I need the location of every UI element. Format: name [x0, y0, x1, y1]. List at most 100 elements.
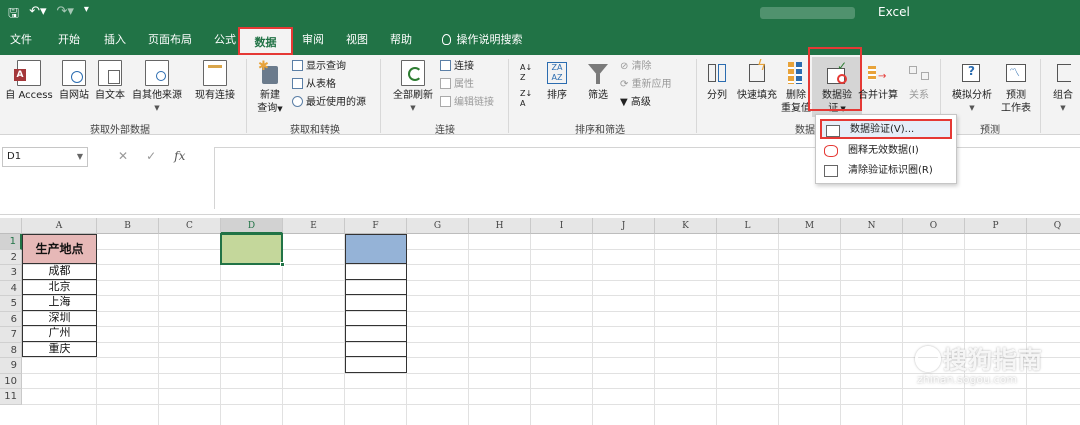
- cell-f1[interactable]: [345, 234, 407, 264]
- column-header-m[interactable]: M: [779, 218, 841, 234]
- from-other-sources-button[interactable]: 自其他来源 ▼: [128, 57, 186, 115]
- column-header-n[interactable]: N: [841, 218, 903, 234]
- tab-file[interactable]: 文件: [6, 25, 36, 55]
- column-header-o[interactable]: O: [903, 218, 965, 234]
- fill-handle[interactable]: [280, 262, 285, 267]
- connections-button[interactable]: 连接: [440, 59, 474, 75]
- column-header-l[interactable]: L: [717, 218, 779, 234]
- menu-item-circle-invalid[interactable]: 圈释无效数据(I): [820, 141, 952, 161]
- filter-button[interactable]: 筛选: [580, 57, 616, 102]
- from-table-button[interactable]: 从表格: [292, 77, 336, 93]
- column-header-b[interactable]: B: [97, 218, 159, 234]
- properties-label: 属性: [454, 79, 474, 90]
- column-header-c[interactable]: C: [159, 218, 221, 234]
- cell-f6[interactable]: [345, 326, 407, 342]
- tab-formulas[interactable]: 公式: [210, 25, 240, 55]
- cell-f4[interactable]: [345, 295, 407, 311]
- redo-icon[interactable]: ↷▾: [57, 4, 74, 26]
- column-header-f[interactable]: F: [345, 218, 407, 234]
- cell-a4[interactable]: 上海: [22, 295, 97, 311]
- flash-fill-button[interactable]: ϟ 快速填充: [734, 57, 780, 102]
- cell-f3[interactable]: [345, 279, 407, 295]
- group-label-external: 获取外部数据: [90, 125, 150, 136]
- row-header-10[interactable]: 10: [0, 373, 22, 389]
- sort-button[interactable]: ZA AZ 排序: [540, 57, 574, 102]
- chevron-down-icon: ▼: [1060, 104, 1066, 112]
- column-header-i[interactable]: I: [531, 218, 593, 234]
- column-header-e[interactable]: E: [283, 218, 345, 234]
- refresh-all-label: 全部刷新: [393, 90, 433, 101]
- row-header-6[interactable]: 6: [0, 311, 22, 327]
- cell-a6[interactable]: 广州: [22, 326, 97, 342]
- column-header-h[interactable]: H: [469, 218, 531, 234]
- enter-icon[interactable]: ✓: [146, 149, 156, 163]
- cell-a7[interactable]: 重庆: [22, 341, 97, 357]
- row-header-4[interactable]: 4: [0, 280, 22, 296]
- column-header-j[interactable]: J: [593, 218, 655, 234]
- what-if-analysis-button[interactable]: ? 模拟分析 ▼: [948, 57, 996, 115]
- cell-f2[interactable]: [345, 264, 407, 280]
- reapply-button[interactable]: ⟳ 重新应用: [620, 77, 672, 93]
- clear-filter-button[interactable]: ⊘ 清除: [620, 59, 652, 75]
- relationships-button[interactable]: 关系: [902, 57, 936, 102]
- row-header-1[interactable]: 1: [0, 234, 22, 250]
- advanced-filter-button[interactable]: ▼ 高级: [620, 95, 651, 111]
- row-header-5[interactable]: 5: [0, 296, 22, 312]
- sort-descending-button[interactable]: Z↓ A: [520, 89, 532, 108]
- cell-a3[interactable]: 北京: [22, 279, 97, 295]
- tab-data[interactable]: 数据: [238, 27, 293, 55]
- text-to-columns-button[interactable]: 分列: [700, 57, 734, 102]
- row-header-3[interactable]: 3: [0, 265, 22, 281]
- refresh-all-button[interactable]: 全部刷新 ▼: [388, 57, 438, 115]
- tab-help[interactable]: 帮助: [386, 25, 416, 55]
- new-query-button[interactable]: ✱ 新建 查询▼: [252, 57, 288, 116]
- tab-review[interactable]: 审阅: [298, 25, 328, 55]
- column-header-a[interactable]: A: [22, 218, 97, 234]
- from-text-button[interactable]: 自文本: [92, 57, 128, 102]
- column-header-p[interactable]: P: [965, 218, 1027, 234]
- tab-insert[interactable]: 插入: [100, 25, 130, 55]
- tab-view[interactable]: 视图: [342, 25, 372, 55]
- customize-qat-icon[interactable]: ▾: [84, 4, 89, 26]
- undo-icon[interactable]: ↶▾: [29, 4, 46, 26]
- cancel-icon[interactable]: ✕: [118, 149, 128, 163]
- menu-item-clear-circles[interactable]: 清除验证标识圈(R): [820, 161, 952, 181]
- select-all-corner[interactable]: [0, 218, 22, 234]
- insert-function-icon[interactable]: fx: [174, 149, 185, 163]
- column-header-k[interactable]: K: [655, 218, 717, 234]
- consolidate-button[interactable]: → 合并计算: [856, 57, 900, 102]
- cell-f5[interactable]: [345, 310, 407, 326]
- name-box[interactable]: D1 ▼: [2, 147, 88, 167]
- row-header-9[interactable]: 9: [0, 358, 22, 374]
- menu-item-label: 圈释无效数据(I): [848, 145, 919, 156]
- cell-a5[interactable]: 深圳: [22, 310, 97, 326]
- from-web-button[interactable]: 自网站: [56, 57, 92, 102]
- row-header-8[interactable]: 8: [0, 342, 22, 358]
- tab-home[interactable]: 开始: [54, 25, 84, 55]
- show-queries-button[interactable]: 显示查询: [292, 59, 346, 75]
- consolidate-icon: →: [866, 60, 890, 86]
- cell-a1[interactable]: 生产地点: [22, 234, 97, 264]
- column-header-g[interactable]: G: [407, 218, 469, 234]
- forecast-sheet-button[interactable]: 〽 预测 工作表: [996, 57, 1036, 115]
- cell-f7[interactable]: [345, 341, 407, 357]
- group-outline-button[interactable]: 组合 ▼: [1046, 57, 1080, 115]
- tab-page-layout[interactable]: 页面布局: [144, 25, 196, 55]
- cell-f8[interactable]: [345, 357, 407, 373]
- from-access-button[interactable]: A 自 Access: [4, 57, 54, 102]
- row-header-11[interactable]: 11: [0, 389, 22, 405]
- cell-d1-selected[interactable]: [220, 233, 285, 267]
- tell-me-search[interactable]: 操作说明搜索: [436, 25, 528, 55]
- sort-ascending-button[interactable]: A↓ Z: [520, 63, 532, 82]
- column-header-d[interactable]: D: [221, 218, 283, 234]
- row-header-2[interactable]: 2: [0, 249, 22, 265]
- column-header-q[interactable]: Q: [1027, 218, 1080, 234]
- row-header-7[interactable]: 7: [0, 327, 22, 343]
- menu-item-data-validation[interactable]: 数据验证(V)...: [820, 119, 952, 139]
- edit-links-button[interactable]: 编辑链接: [440, 95, 494, 111]
- save-icon[interactable]: 🖫: [8, 4, 19, 26]
- properties-button[interactable]: 属性: [440, 77, 474, 93]
- recent-sources-button[interactable]: 最近使用的源: [292, 95, 366, 111]
- existing-connections-button[interactable]: 现有连接: [190, 57, 240, 102]
- cell-a2[interactable]: 成都: [22, 264, 97, 280]
